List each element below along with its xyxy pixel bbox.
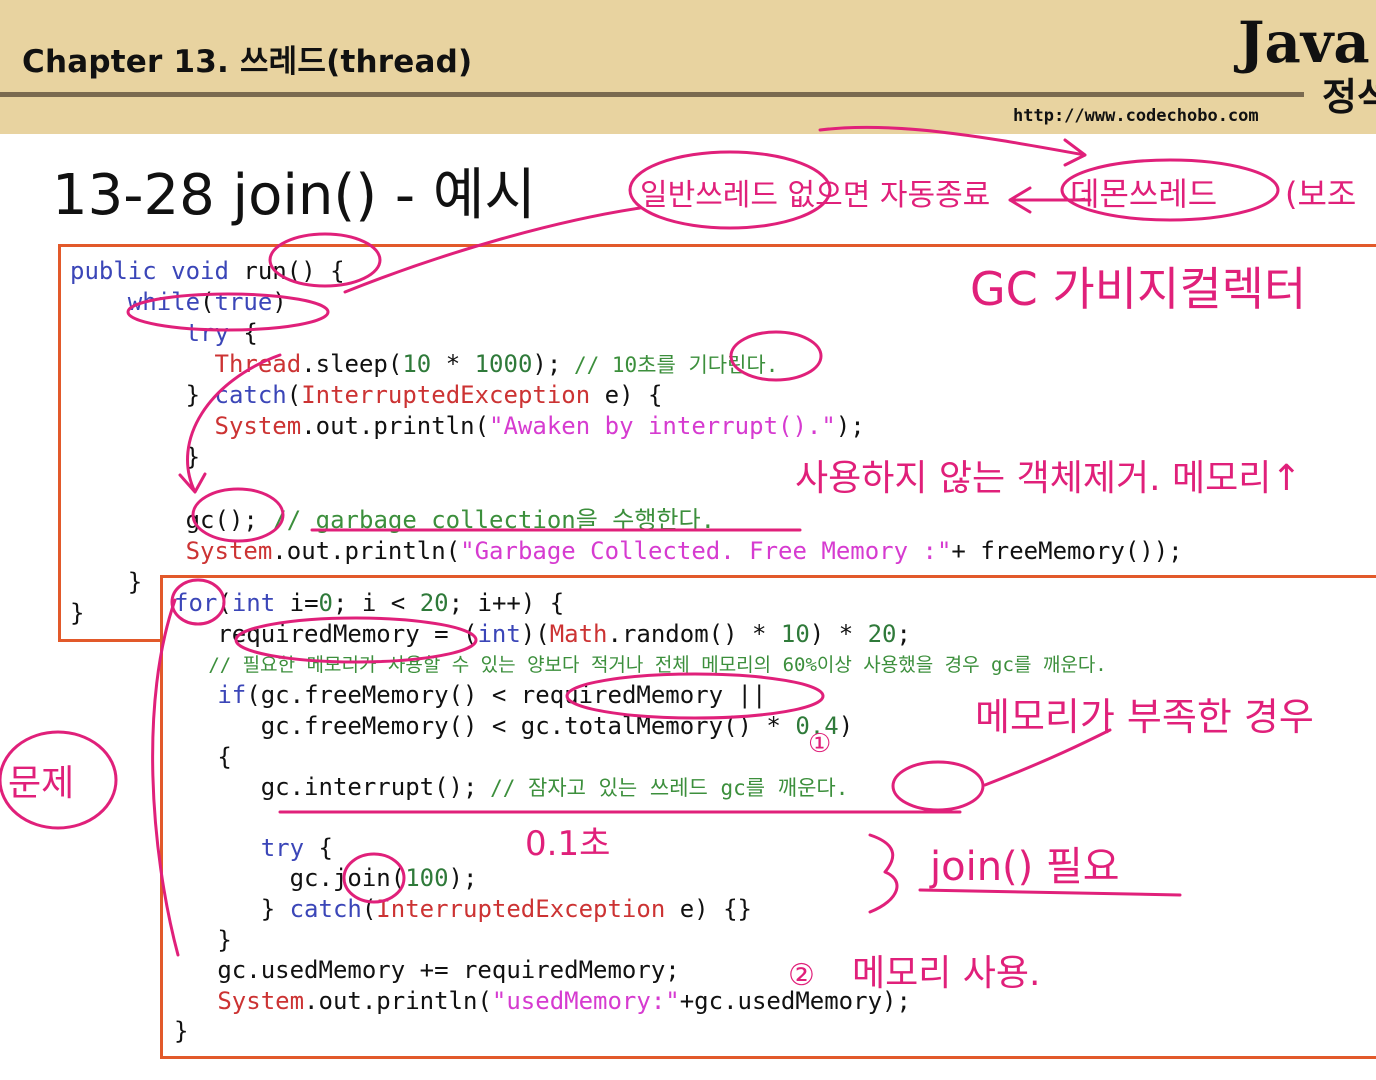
note-point1: ① bbox=[808, 729, 831, 759]
arrow-top bbox=[818, 125, 1087, 167]
circle-run bbox=[268, 232, 382, 288]
note-daemon: 일반쓰레드 없으면 자동종료 bbox=[640, 178, 990, 213]
brace-join bbox=[868, 833, 899, 914]
circle-gc bbox=[191, 487, 285, 543]
note-use-memory: 메모리 사용. bbox=[852, 953, 1041, 994]
circle-requiredMemory bbox=[234, 616, 478, 664]
circle-join-gc bbox=[342, 852, 406, 904]
circle-for bbox=[170, 578, 226, 626]
circle-while bbox=[126, 292, 330, 332]
handwritten-annotations: 일반쓰레드 없으면 자동종료 데몬쓰레드 (보조 GC 가비지컬렉터 사용하지 … bbox=[0, 125, 1356, 994]
note-sec: 0.1초 bbox=[525, 824, 610, 864]
circle-requiredMemory-if bbox=[565, 672, 825, 720]
note-join: join() 필요 bbox=[929, 844, 1120, 890]
note-low-memory: 메모리가 부족한 경우 bbox=[975, 695, 1314, 739]
arrow-sleep-gc bbox=[178, 353, 282, 494]
note-daemon-thread: 데몬쓰레드 bbox=[1070, 175, 1217, 213]
underline-join bbox=[918, 888, 1182, 897]
circle-10s bbox=[729, 330, 823, 382]
bracket-loop bbox=[151, 598, 180, 957]
circle-wake bbox=[891, 760, 985, 812]
note-daemon-paren: (보조 bbox=[1285, 175, 1356, 213]
note-cleanup: 사용하지 않는 객체제거. 메모리↑ bbox=[795, 458, 1302, 499]
note-gc: GC 가비지컬렉터 bbox=[970, 262, 1306, 316]
link-run-daemon bbox=[343, 206, 642, 294]
note-point2: ② bbox=[788, 958, 815, 993]
note-problem: 문제 bbox=[8, 763, 74, 804]
